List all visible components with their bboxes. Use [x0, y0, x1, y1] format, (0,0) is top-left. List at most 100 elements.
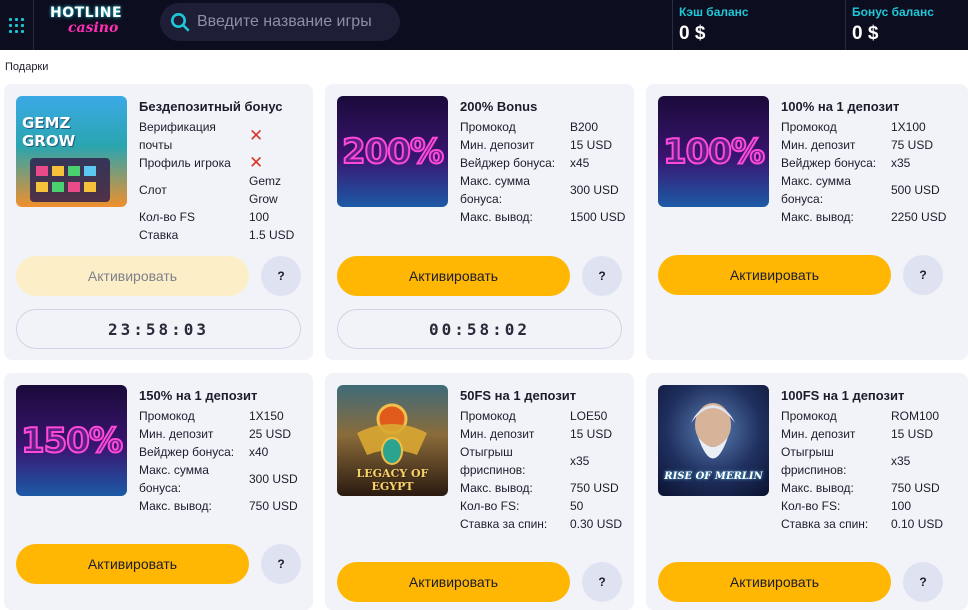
- menu-button[interactable]: [0, 0, 34, 50]
- card-details: Верификация почты ✕ Профиль игрока ✕ Сло…: [139, 118, 309, 244]
- bonus-card-100: 100% 100% на 1 депозит Промокод 1X100 Мин…: [646, 84, 968, 360]
- countdown-timer: 00:58:02: [337, 309, 622, 349]
- detail-row: Кол-во FS: 50: [460, 497, 630, 515]
- detail-row: Макс. вывод: 1500 USD: [460, 208, 630, 226]
- activate-button[interactable]: Активировать: [337, 562, 570, 602]
- detail-row: Ставка за спин: 0.30 USD: [460, 515, 630, 533]
- thumbnail-caption: LEGACY OF EGYPT: [356, 467, 429, 493]
- thumbnail-caption: GEMZ GROW: [22, 114, 76, 150]
- detail-label: Вейджер бонуса:: [460, 156, 556, 170]
- hotline-casino-logo[interactable]: HOTLINE casino: [50, 5, 145, 41]
- detail-row: Слот Gemz Grow: [139, 172, 309, 208]
- detail-label: Отыгрыш фриспинов:: [460, 445, 526, 477]
- detail-value: 100: [891, 499, 912, 513]
- activate-button[interactable]: Активировать: [16, 544, 249, 584]
- detail-value: 750 USD: [570, 481, 619, 495]
- detail-row: Отыгрыш фриспинов: x35: [460, 443, 630, 479]
- detail-row: Макс. вывод: 750 USD: [460, 479, 630, 497]
- help-button[interactable]: ?: [903, 562, 943, 602]
- activate-button[interactable]: Активировать: [337, 256, 570, 296]
- detail-row: Верификация почты ✕: [139, 118, 309, 154]
- bonus-card-no-deposit: GEMZ GROW Бездепозитный бонус Верификаци…: [4, 84, 313, 360]
- detail-value: 15 USD: [891, 427, 934, 441]
- detail-label: Ставка за спин:: [781, 517, 869, 531]
- detail-row: Промокод B200: [460, 118, 630, 136]
- detail-row: Мин. депозит 15 USD: [460, 136, 630, 154]
- search-input[interactable]: [197, 13, 397, 31]
- detail-value: 0.30 USD: [570, 517, 623, 531]
- cash-balance-label: Кэш баланс: [679, 5, 749, 19]
- detail-value: Gemz Grow: [249, 174, 282, 206]
- detail-row: Макс. вывод: 750 USD: [781, 479, 951, 497]
- activate-button[interactable]: Активировать: [658, 255, 891, 295]
- cross-icon: ✕: [249, 153, 264, 172]
- card-title: 150% на 1 депозит: [139, 388, 258, 403]
- bonus-balance: Бонус баланс 0 $: [845, 0, 968, 50]
- card-details: Промокод LOE50 Мин. депозит 15 USD Отыгрыш…: [460, 407, 630, 533]
- search-icon: [171, 13, 190, 32]
- help-button[interactable]: ?: [903, 255, 943, 295]
- help-button[interactable]: ?: [261, 256, 301, 296]
- detail-label: Промокод: [139, 409, 195, 423]
- detail-value: 50: [570, 499, 584, 513]
- detail-row: Мин. депозит 15 USD: [781, 425, 951, 443]
- search-bar[interactable]: [160, 3, 400, 41]
- top-bar: HOTLINE casino Кэш баланс 0 $ Бонус бала…: [0, 0, 968, 50]
- detail-row: Макс. сумма бонуса: 500 USD: [781, 172, 951, 208]
- bonus-card-150: 150% 150% на 1 депозит Промокод 1X150 Мин…: [4, 373, 313, 610]
- card-title: 100% на 1 депозит: [781, 99, 900, 114]
- detail-value: x45: [570, 156, 590, 170]
- detail-label: Мин. депозит: [460, 427, 535, 441]
- detail-row: Мин. депозит 75 USD: [781, 136, 951, 154]
- bonus-card-50fs: LEGACY OF EGYPT 50FS на 1 депозит Промок…: [325, 373, 634, 610]
- logo-text-top: HOTLINE: [50, 5, 123, 21]
- detail-label: Слот: [139, 183, 167, 197]
- detail-value: x35: [891, 454, 911, 468]
- detail-label: Ставка: [139, 228, 179, 242]
- detail-label: Промокод: [781, 120, 837, 134]
- countdown-timer: 23:58:03: [16, 309, 301, 349]
- detail-row: Ставка 1.5 USD: [139, 226, 309, 244]
- detail-row: Ставка за спин: 0.10 USD: [781, 515, 951, 533]
- detail-row: Мин. депозит 15 USD: [460, 425, 630, 443]
- detail-row: Макс. вывод: 2250 USD: [781, 208, 951, 226]
- detail-value: B200: [570, 120, 599, 134]
- activate-button[interactable]: Активировать: [658, 562, 891, 602]
- help-button[interactable]: ?: [261, 544, 301, 584]
- bonus-card-100fs: RISE OF MERLIN 100FS на 1 депозит Промок…: [646, 373, 968, 610]
- detail-label: Вейджер бонуса:: [139, 445, 235, 459]
- help-button[interactable]: ?: [582, 256, 622, 296]
- activate-button[interactable]: Активировать: [16, 256, 249, 296]
- detail-value: 100: [249, 210, 270, 224]
- bonus-balance-label: Бонус баланс: [852, 5, 934, 19]
- detail-label: Макс. вывод:: [781, 481, 854, 495]
- rise-of-merlin-thumbnail: RISE OF MERLIN: [658, 385, 769, 496]
- detail-label: Вейджер бонуса:: [781, 156, 877, 170]
- detail-value: 1.5 USD: [249, 228, 295, 242]
- card-details: Промокод 1X150 Мин. депозит 25 USD Вейджер…: [139, 407, 309, 515]
- detail-row: Мин. депозит 25 USD: [139, 425, 309, 443]
- detail-label: Профиль игрока: [139, 156, 231, 170]
- detail-label: Макс. вывод:: [460, 481, 533, 495]
- detail-row: Макс. сумма бонуса: 300 USD: [460, 172, 630, 208]
- logo-text-bottom: casino: [68, 20, 119, 36]
- detail-label: Промокод: [460, 409, 516, 423]
- detail-label: Мин. депозит: [139, 427, 214, 441]
- card-details: Промокод 1X100 Мин. депозит 75 USD Вейджер…: [781, 118, 951, 226]
- grid-menu-icon: [9, 17, 24, 33]
- cash-balance: Кэш баланс 0 $: [672, 0, 845, 50]
- detail-value: 300 USD: [570, 183, 619, 197]
- bonus-200-thumbnail: 200%: [337, 96, 448, 207]
- detail-value: 1500 USD: [570, 210, 626, 224]
- detail-value: 750 USD: [249, 499, 298, 513]
- detail-label: Макс. вывод:: [781, 210, 854, 224]
- detail-label: Макс. вывод:: [460, 210, 533, 224]
- detail-row: Кол-во FS 100: [139, 208, 309, 226]
- detail-label: Верификация почты: [139, 120, 216, 152]
- thumbnail-caption: 200%: [341, 131, 445, 173]
- card-title: 50FS на 1 депозит: [460, 388, 577, 403]
- thumbnail-caption: 100%: [662, 131, 766, 173]
- card-details: Промокод ROM100 Мин. депозит 15 USD Отыгры…: [781, 407, 951, 533]
- help-button[interactable]: ?: [582, 562, 622, 602]
- detail-row: Промокод 1X150: [139, 407, 309, 425]
